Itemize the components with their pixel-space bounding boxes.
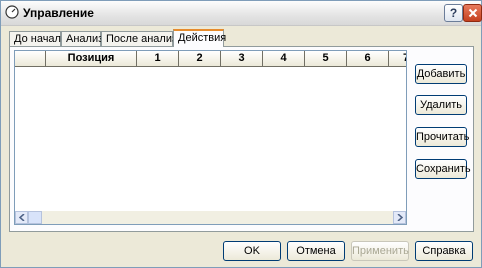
header-col-3[interactable]: 3 [221, 51, 263, 67]
apply-button[interactable]: Применить [351, 241, 409, 261]
scroll-thumb[interactable] [28, 211, 42, 224]
header-row-indicator[interactable] [15, 51, 46, 67]
chevron-left-icon [18, 214, 24, 221]
add-button[interactable]: Добавить [415, 64, 467, 84]
question-icon: ? [449, 6, 458, 20]
gauge-icon [5, 5, 19, 19]
header-col-4[interactable]: 4 [263, 51, 305, 67]
tab-actions[interactable]: Действия [173, 29, 226, 47]
save-button[interactable]: Сохранить [415, 159, 471, 179]
tab-analysis[interactable]: Анализ [61, 31, 103, 46]
tab-after-analysis[interactable]: После анализа [101, 31, 183, 46]
help-button[interactable]: ? [444, 4, 463, 22]
header-col-2[interactable]: 2 [179, 51, 221, 67]
title-bar[interactable]: Управление ? [1, 1, 482, 26]
tab-before-start[interactable]: До начала [9, 31, 67, 46]
dialog-window: Управление ? До начала Анализ После анал… [0, 0, 482, 268]
header-col-7[interactable]: 7 [389, 51, 406, 67]
read-button[interactable]: Прочитать [415, 127, 469, 147]
cancel-button[interactable]: Отмена [287, 241, 345, 261]
header-col-5[interactable]: 5 [305, 51, 347, 67]
header-position[interactable]: Позиция [46, 51, 137, 67]
help-dialog-button[interactable]: Справка [415, 241, 473, 261]
scroll-right-button[interactable] [393, 211, 406, 224]
header-col-6[interactable]: 6 [347, 51, 389, 67]
header-col-1[interactable]: 1 [137, 51, 179, 67]
horizontal-scrollbar[interactable] [15, 211, 406, 224]
window-title: Управление [23, 6, 94, 20]
close-button[interactable] [463, 4, 482, 22]
close-icon [468, 8, 477, 18]
delete-button[interactable]: Удалить [415, 95, 467, 115]
ok-button[interactable]: OK [223, 241, 281, 261]
tab-panel-actions: Позиция 1 2 3 4 5 6 7 Добавить Удалить [9, 46, 474, 232]
chevron-right-icon [397, 214, 403, 221]
grid-header: Позиция 1 2 3 4 5 6 7 [15, 51, 406, 67]
scroll-left-button[interactable] [15, 211, 28, 224]
actions-grid[interactable]: Позиция 1 2 3 4 5 6 7 [14, 50, 407, 225]
